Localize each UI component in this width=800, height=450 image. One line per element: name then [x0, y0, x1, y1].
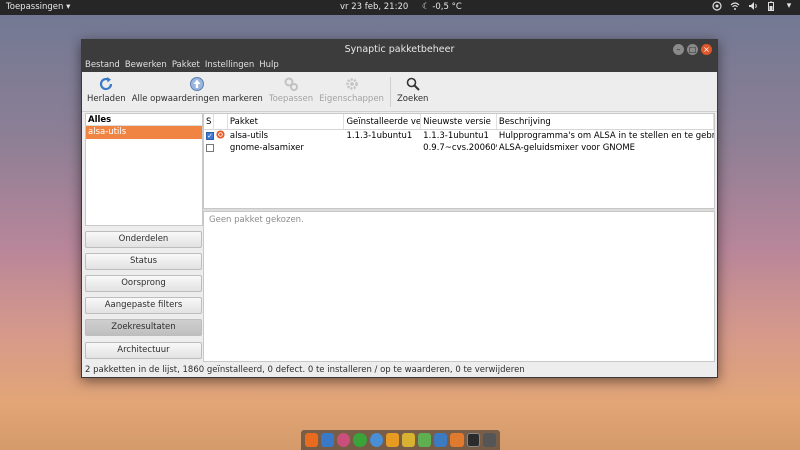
- menu-instellingen[interactable]: Instellingen: [205, 59, 254, 72]
- mark-all-label: Alle opwaarderingen markeren: [131, 94, 263, 104]
- qbittorrent-icon[interactable]: [369, 433, 383, 447]
- synaptic-window: Synaptic pakketbeheer – □ × Bestand Bewe…: [81, 39, 718, 378]
- menu-bestand[interactable]: Bestand: [85, 59, 120, 72]
- installed-version: [344, 142, 421, 154]
- search-label: Zoeken: [396, 94, 429, 104]
- search-button[interactable]: Zoeken: [394, 72, 432, 112]
- no-package-selected-text: Geen pakket gekozen.: [209, 215, 304, 225]
- terminal-icon[interactable]: [466, 433, 480, 447]
- menu-bewerken[interactable]: Bewerken: [125, 59, 167, 72]
- extra-icon[interactable]: [482, 433, 496, 447]
- power-menu-icon[interactable]: ▾: [784, 1, 794, 12]
- files-icon[interactable]: [434, 433, 448, 447]
- search-icon: [405, 76, 421, 92]
- steam-icon[interactable]: [337, 433, 351, 447]
- filter-architecture-button[interactable]: Architectuur: [85, 342, 202, 359]
- filter-results-list: Alles alsa-utils: [85, 113, 203, 226]
- menu-pakket[interactable]: Pakket: [172, 59, 200, 72]
- package-details-pane: Geen pakket gekozen.: [203, 211, 715, 362]
- column-latest-version[interactable]: Nieuwste versie: [421, 114, 497, 129]
- weather-indicator[interactable]: ☾ -0,5 °C: [422, 2, 462, 12]
- filter-origin-button[interactable]: Oorsprong: [85, 275, 202, 292]
- filter-custom-button[interactable]: Aangepaste filters: [85, 297, 202, 314]
- installed-checkbox[interactable]: ✓: [206, 132, 214, 140]
- list-item[interactable]: alsa-utils: [86, 126, 202, 139]
- synaptic-icon[interactable]: [450, 433, 464, 447]
- apply-button[interactable]: Toepassen: [266, 72, 316, 112]
- column-package[interactable]: Pakket: [228, 114, 345, 129]
- table-row[interactable]: gnome-alsamixer 0.9.7~cvs.2006091 ALSA-g…: [204, 142, 714, 154]
- package-name: alsa-utils: [229, 131, 269, 141]
- window-title: Synaptic pakketbeheer: [344, 44, 455, 55]
- volume-icon[interactable]: [748, 1, 758, 12]
- temperature: -0,5 °C: [432, 2, 462, 12]
- title-bar[interactable]: Synaptic pakketbeheer – □ ×: [82, 40, 717, 59]
- package-description: ALSA-geluidsmixer voor GNOME: [498, 143, 636, 153]
- moon-icon: ☾: [422, 2, 430, 12]
- latest-version: 0.9.7~cvs.2006091: [423, 143, 497, 153]
- battery-icon[interactable]: [766, 1, 776, 12]
- dock: [301, 430, 500, 450]
- maximize-button[interactable]: □: [687, 44, 698, 55]
- package-description: Hulpprogramma's om ALSA in te stellen en…: [498, 131, 715, 141]
- ubuntu-icon: [214, 130, 228, 142]
- applications-menu[interactable]: Toepassingen ▾: [6, 2, 70, 12]
- package-name: gnome-alsamixer: [229, 143, 304, 153]
- package-table: S Pakket Geïnstalleerde vers Nieuwste ve…: [203, 113, 715, 209]
- table-row[interactable]: ✓ alsa-utils 1.1.3-1ubuntu1 1.1.3-1ubunt…: [204, 130, 714, 142]
- apply-gears-icon: [283, 76, 299, 92]
- apply-label: Toepassen: [268, 94, 314, 104]
- properties-gear-icon: [344, 76, 360, 92]
- upgrade-icon: [189, 76, 205, 92]
- properties-label: Eigenschappen: [319, 94, 384, 104]
- rss-icon[interactable]: [418, 433, 432, 447]
- column-icon[interactable]: [214, 114, 228, 129]
- spotify-icon[interactable]: [353, 433, 367, 447]
- vlc-icon[interactable]: [385, 433, 399, 447]
- system-tray: ▾: [712, 1, 794, 12]
- wifi-icon[interactable]: [730, 1, 740, 12]
- toolbar-separator: [389, 77, 391, 107]
- top-panel: Toepassingen ▾ vr 23 feb, 21:20 ☾ -0,5 °…: [0, 0, 800, 15]
- filter-sections-button[interactable]: Onderdelen: [85, 231, 202, 248]
- reload-icon: [98, 76, 114, 92]
- clock[interactable]: vr 23 feb, 21:20: [340, 2, 408, 12]
- status-bar: 2 pakketten in de lijst, 1860 geïnstalle…: [85, 365, 525, 375]
- tweaks-icon[interactable]: [401, 433, 416, 447]
- menu-bar: Bestand Bewerken Pakket Instellingen Hul…: [82, 59, 717, 72]
- latest-version: 1.1.3-1ubuntu1: [423, 131, 489, 141]
- reload-button[interactable]: Herladen: [84, 72, 129, 112]
- filter-search-results-button[interactable]: Zoekresultaten: [85, 319, 202, 336]
- list-header-all[interactable]: Alles: [86, 114, 202, 126]
- column-description[interactable]: Beschrijving: [497, 114, 714, 129]
- redshift-icon[interactable]: [712, 1, 722, 12]
- toolbar: Herladen Alle opwaarderingen markeren To…: [82, 72, 717, 112]
- install-checkbox[interactable]: [206, 144, 214, 152]
- installed-version: 1.1.3-1ubuntu1: [346, 131, 413, 141]
- column-installed-version[interactable]: Geïnstalleerde vers: [344, 114, 422, 129]
- filter-status-button[interactable]: Status: [85, 253, 202, 270]
- menu-hulp[interactable]: Hulp: [259, 59, 279, 72]
- firefox-icon[interactable]: [305, 433, 319, 447]
- close-button[interactable]: ×: [701, 44, 712, 55]
- reload-label: Herladen: [87, 94, 126, 104]
- mark-all-upgrades-button[interactable]: Alle opwaarderingen markeren: [129, 72, 266, 112]
- minimize-button[interactable]: –: [673, 44, 684, 55]
- thunderbird-icon[interactable]: [321, 433, 335, 447]
- table-header: S Pakket Geïnstalleerde vers Nieuwste ve…: [204, 114, 714, 130]
- properties-button[interactable]: Eigenschappen: [316, 72, 387, 112]
- column-status[interactable]: S: [204, 114, 214, 129]
